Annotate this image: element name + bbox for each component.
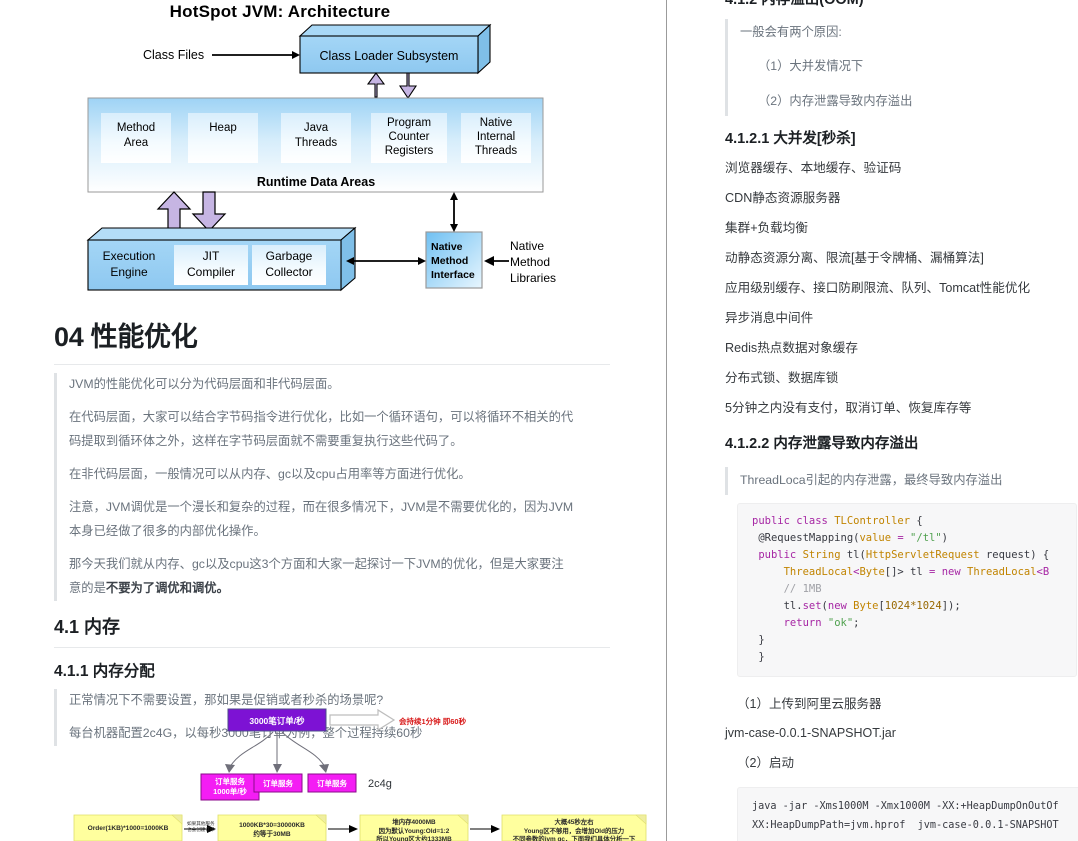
- intro-blockquote: JVM的性能优化可以分为代码层面和非代码层面。 在代码层面，大家可以结合字节码指…: [54, 373, 574, 601]
- svg-text:Garbage: Garbage: [266, 249, 313, 263]
- svg-text:如果其他服务: 如果其他服务: [187, 820, 215, 827]
- svg-text:也会创建订单: 也会创建订单: [187, 826, 215, 833]
- svg-text:约等于30MB: 约等于30MB: [253, 829, 291, 838]
- svg-text:Class Loader Subsystem: Class Loader Subsystem: [320, 49, 459, 63]
- svg-text:不同参数的jvm gc，下面我们具体分析一下: 不同参数的jvm gc，下面我们具体分析一下: [513, 834, 636, 841]
- svg-text:Native: Native: [480, 117, 513, 129]
- section-heading-4-1: 4.1 内存: [54, 613, 666, 648]
- list-item: Redis热点数据对象缓存: [725, 341, 858, 356]
- svg-text:Native: Native: [431, 241, 463, 253]
- svg-text:堆内存4000MB: 堆内存4000MB: [392, 817, 436, 826]
- intro-paragraph-1: JVM的性能优化可以分为代码层面和非代码层面。: [69, 377, 340, 391]
- section-heading-4-1-2-1: 4.1.2.1 大并发[秒杀]: [725, 130, 856, 147]
- svg-text:订单服务: 订单服务: [215, 776, 245, 786]
- list-item: 动静态资源分离、限流[基于令牌桶、漏桶算法]: [725, 251, 984, 266]
- svg-text:Young区不够用，会增加Old的压力: Young区不够用，会增加Old的压力: [524, 826, 624, 835]
- svg-text:Threads: Threads: [295, 137, 337, 149]
- svg-text:Program: Program: [387, 117, 431, 129]
- list-item: 应用级别缓存、接口防刷限流、队列、Tomcat性能优化: [725, 281, 1031, 296]
- section-heading-4-1-2: 4.1.2 内存溢出(OOM): [725, 0, 864, 8]
- svg-text:订单服务: 订单服务: [263, 778, 293, 788]
- svg-text:Order(1KB)*1000=1000KB: Order(1KB)*1000=1000KB: [88, 825, 169, 832]
- svg-text:所以Young区大约1333MB: 所以Young区大约1333MB: [376, 834, 452, 841]
- jar-file-name: jvm-case-0.0.1-SNAPSHOT.jar: [725, 726, 896, 741]
- svg-text:Method: Method: [431, 255, 468, 267]
- svg-text:2c4g: 2c4g: [368, 778, 392, 790]
- svg-text:Internal: Internal: [477, 131, 515, 143]
- oom-blockquote: 一般会有两个原因: （1）大并发情况下 （2）内存泄露导致内存溢出: [725, 18, 1055, 116]
- svg-text:Method: Method: [117, 122, 155, 134]
- list-item: 集群+负载均衡: [725, 221, 808, 236]
- svg-text:JIT: JIT: [203, 249, 220, 263]
- svg-text:1000单/秒: 1000单/秒: [213, 786, 247, 796]
- svg-text:Interface: Interface: [431, 269, 475, 281]
- svg-text:Class Files: Class Files: [143, 48, 204, 62]
- list-item: CDN静态资源服务器: [725, 191, 841, 206]
- svg-text:Engine: Engine: [110, 265, 148, 279]
- svg-text:Execution: Execution: [103, 249, 156, 263]
- intro-paragraph-2: 在代码层面，大家可以结合字节码指令进行优化，比如一个循环语句，可以将循环不相关的…: [69, 409, 574, 448]
- oom-reason-2: （2）内存泄露导致内存溢出: [758, 94, 913, 109]
- document-page: HotSpot JVM: Architecture Class Loader S…: [0, 0, 1078, 841]
- svg-text:大概45秒左右: 大概45秒左右: [554, 817, 594, 826]
- right-column: 4.1.2 内存溢出(OOM) 一般会有两个原因: （1）大并发情况下 （2）内…: [667, 0, 1078, 841]
- intro-emphasis: 不要为了调优和调优。: [105, 580, 229, 595]
- oom-reason-intro: 一般会有两个原因:: [740, 24, 842, 39]
- svg-text:Collector: Collector: [265, 265, 312, 279]
- oom-reason-1: （1）大并发情况下: [758, 59, 864, 74]
- leak-quote-text: ThreadLoca引起的内存泄露，最终导致内存溢出: [740, 473, 1003, 488]
- svg-text:Runtime Data Areas: Runtime Data Areas: [257, 175, 375, 189]
- svg-text:会持续1分钟 即60秒: 会持续1分钟 即60秒: [399, 716, 467, 726]
- section-heading-4-1-2-2: 4.1.2.2 内存泄露导致内存溢出: [725, 436, 919, 453]
- java-command-block: java -jar -Xms1000M -Xmx1000M -XX:+HeapD…: [737, 786, 1078, 841]
- order-flow-diagram: 3000笔订单/秒 会持续1分钟 即60秒 订单服务 1000单/秒 订单服务 …: [73, 708, 647, 841]
- svg-text:Area: Area: [124, 137, 149, 149]
- list-item: 5分钟之内没有支付，取消订单、恢复库存等: [725, 401, 972, 416]
- step-1-label: （1）上传到阿里云服务器: [737, 696, 882, 711]
- jvm-architecture-svg: Class Loader Subsystem Class Files Metho…: [86, 23, 556, 292]
- svg-text:1000KB*30=30000KB: 1000KB*30=30000KB: [239, 822, 305, 829]
- page-title: 04 性能优化: [54, 315, 666, 365]
- svg-text:Threads: Threads: [475, 145, 517, 157]
- svg-text:Registers: Registers: [385, 145, 434, 157]
- svg-text:订单服务: 订单服务: [317, 778, 347, 788]
- svg-text:Method: Method: [510, 255, 550, 269]
- list-item: 浏览器缓存、本地缓存、验证码: [725, 161, 902, 176]
- svg-text:Native: Native: [510, 239, 544, 253]
- list-item: 分布式锁、数据库锁: [725, 371, 839, 386]
- svg-text:因为默认Young:Old=1:2: 因为默认Young:Old=1:2: [379, 826, 450, 835]
- svg-text:Heap: Heap: [209, 122, 237, 134]
- section-heading-4-1-1: 4.1.1 内存分配: [54, 662, 155, 680]
- svg-text:Java: Java: [304, 122, 329, 134]
- concurrency-solution-list: 浏览器缓存、本地缓存、验证码 CDN静态资源服务器 集群+负载均衡 动静态资源分…: [725, 154, 1078, 424]
- intro-paragraph-4: 注意，JVM调优是一个漫长和复杂的过程，而在很多情况下，JVM是不需要优化的，因…: [69, 499, 574, 538]
- svg-text:Compiler: Compiler: [187, 265, 235, 279]
- java-code-block: public class TLController { @RequestMapp…: [737, 502, 1077, 677]
- leak-blockquote: ThreadLoca引起的内存泄露，最终导致内存溢出: [725, 467, 1055, 495]
- left-column: HotSpot JVM: Architecture Class Loader S…: [0, 0, 666, 841]
- jvm-architecture-figure: HotSpot JVM: Architecture Class Loader S…: [0, 0, 666, 305]
- intro-paragraph-3: 在非代码层面，一般情况可以从内存、gc以及cpu占用率等方面进行优化。: [69, 466, 471, 481]
- svg-text:Libraries: Libraries: [510, 271, 556, 285]
- intro-paragraph-5: 那今天我们就从内存、gc以及cpu这3个方面和大家一起探讨一下JVM的优化，但是…: [69, 553, 574, 601]
- svg-text:3000笔订单/秒: 3000笔订单/秒: [249, 716, 305, 726]
- step-2-label: （2）启动: [737, 756, 794, 770]
- svg-text:Counter: Counter: [389, 131, 430, 143]
- list-item: 异步消息中间件: [725, 311, 814, 326]
